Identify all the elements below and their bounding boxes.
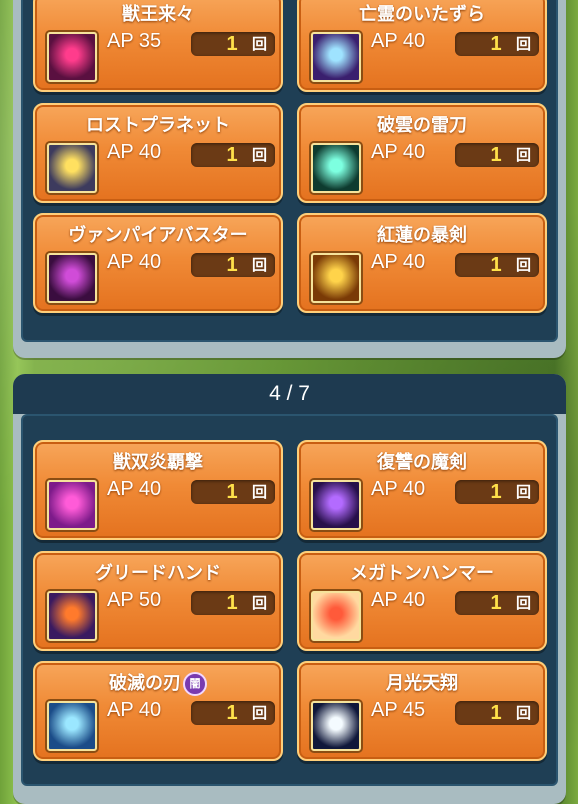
skill-grid: 獣王来々 AP 35 1回 亡霊のいたずら AP 40 1回 ロストプラネット … — [21, 0, 558, 342]
use-count: 1回 — [191, 253, 275, 277]
skill-name: 紅蓮の暴剣 — [377, 225, 467, 246]
starburst-icon — [47, 143, 97, 193]
purple-cross-icon — [47, 253, 97, 303]
skill-page-panel: 獣王来々 AP 35 1回 亡霊のいたずら AP 40 1回 ロストプラネット … — [13, 0, 566, 358]
skill-name: 亡霊のいたずら — [359, 4, 485, 25]
skill-name: ヴァンパイアバスター — [68, 225, 248, 246]
skill-name: 獣双炎覇撃 — [113, 452, 203, 473]
greed-hand-icon — [47, 591, 97, 641]
hammer-icon — [311, 591, 361, 641]
ap-cost: AP 40 — [371, 251, 426, 273]
skill-name: グリードハンド — [95, 563, 221, 584]
ap-cost: AP 40 — [107, 699, 162, 721]
ap-cost: AP 40 — [371, 589, 426, 611]
pink-slash-icon — [47, 480, 97, 530]
use-count: 1回 — [455, 480, 539, 504]
ap-cost: AP 40 — [107, 251, 162, 273]
skill-card[interactable]: 亡霊のいたずら AP 40 1回 — [297, 0, 547, 92]
flame-sword-icon — [311, 253, 361, 303]
ghost-skull-icon — [311, 32, 361, 82]
ap-cost: AP 50 — [107, 589, 162, 611]
skill-card[interactable]: 破雲の雷刀 AP 40 1回 — [297, 103, 547, 203]
skill-name: ロストプラネット — [86, 115, 230, 136]
skill-card[interactable]: 月光天翔 AP 45 1回 — [297, 661, 547, 761]
use-count: 1回 — [455, 701, 539, 725]
skill-name: メガトンハンマー — [350, 563, 494, 584]
use-count: 1回 — [191, 480, 275, 504]
violet-blade-icon — [311, 480, 361, 530]
skill-name: 破滅の刃闇 — [35, 669, 281, 696]
ap-cost: AP 40 — [107, 478, 162, 500]
page-indicator: 4 / 7 — [13, 374, 566, 414]
skill-card[interactable]: グリードハンド AP 50 1回 — [33, 551, 283, 651]
use-count: 1回 — [191, 143, 275, 167]
skill-card[interactable]: 獣双炎覇撃 AP 40 1回 — [33, 440, 283, 540]
use-count: 1回 — [191, 32, 275, 56]
ap-cost: AP 40 — [107, 141, 162, 163]
skill-name: 破雲の雷刀 — [377, 115, 467, 136]
crimson-lattice-icon — [47, 32, 97, 82]
moonlight-icon — [311, 701, 361, 751]
ap-cost: AP 40 — [371, 478, 426, 500]
use-count: 1回 — [455, 32, 539, 56]
ap-cost: AP 40 — [371, 30, 426, 52]
skill-card[interactable]: ヴァンパイアバスター AP 40 1回 — [33, 213, 283, 313]
skill-page-panel: 4 / 7 獣双炎覇撃 AP 40 1回 復讐の魔剣 AP 40 1回 グリード… — [13, 374, 566, 804]
use-count: 1回 — [455, 591, 539, 615]
dark-blade-icon — [47, 701, 97, 751]
skill-card[interactable]: メガトンハンマー AP 40 1回 — [297, 551, 547, 651]
ap-cost: AP 40 — [371, 141, 426, 163]
skill-name: 復讐の魔剣 — [377, 452, 467, 473]
dark-element-badge: 闇 — [183, 672, 207, 696]
skill-card[interactable]: 紅蓮の暴剣 AP 40 1回 — [297, 213, 547, 313]
skill-card[interactable]: 破滅の刃闇 AP 40 1回 — [33, 661, 283, 761]
skill-grid: 獣双炎覇撃 AP 40 1回 復讐の魔剣 AP 40 1回 グリードハンド AP… — [21, 414, 558, 786]
ap-cost: AP 35 — [107, 30, 162, 52]
skill-name: 月光天翔 — [386, 673, 458, 694]
skill-name: 獣王来々 — [122, 4, 194, 25]
skill-card[interactable]: ロストプラネット AP 40 1回 — [33, 103, 283, 203]
skill-card[interactable]: 獣王来々 AP 35 1回 — [33, 0, 283, 92]
use-count: 1回 — [191, 591, 275, 615]
ap-cost: AP 45 — [371, 699, 426, 721]
lightning-blade-icon — [311, 143, 361, 193]
use-count: 1回 — [455, 253, 539, 277]
use-count: 1回 — [191, 701, 275, 725]
use-count: 1回 — [455, 143, 539, 167]
skill-card[interactable]: 復讐の魔剣 AP 40 1回 — [297, 440, 547, 540]
